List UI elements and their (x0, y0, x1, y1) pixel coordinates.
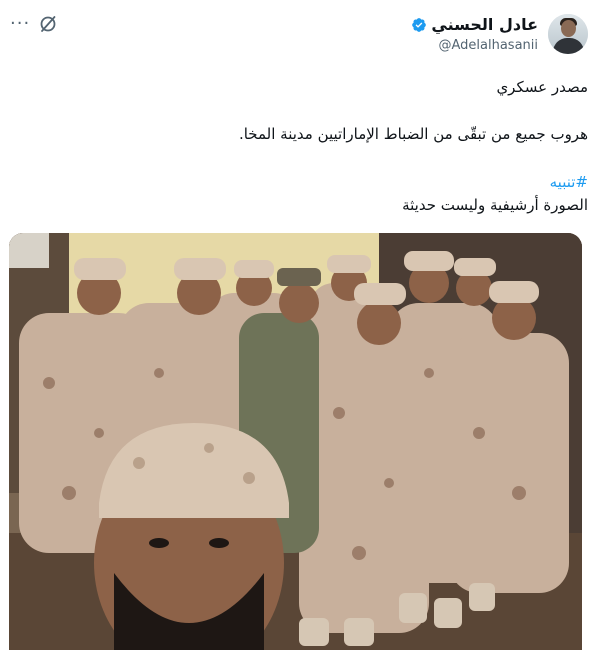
grok-icon[interactable] (38, 14, 58, 34)
more-options-icon[interactable]: ··· (10, 15, 30, 33)
author-handle[interactable]: @Adelalhasanii (438, 38, 538, 53)
tweet-media-image[interactable] (9, 233, 582, 650)
author-display-name[interactable]: عادل الحسني (431, 15, 538, 34)
author-avatar[interactable] (548, 14, 588, 54)
hashtag-link[interactable]: #تنبيه (550, 173, 588, 191)
group-photo-image (9, 233, 582, 650)
tweet-text-line: مصدر عسكري (496, 78, 588, 96)
author-name-row[interactable]: عادل الحسني (411, 15, 538, 34)
tweet-text-line: هروب جميع من تبقّى من الضباط الإماراتيين… (238, 125, 588, 143)
verified-badge-icon (412, 17, 427, 32)
tweet-card[interactable]: عادل الحسني @Adelalhasanii ··· مصدر عسكر… (0, 0, 600, 650)
tweet-text-line: الصورة أرشيفية وليست حديثة (402, 196, 588, 214)
